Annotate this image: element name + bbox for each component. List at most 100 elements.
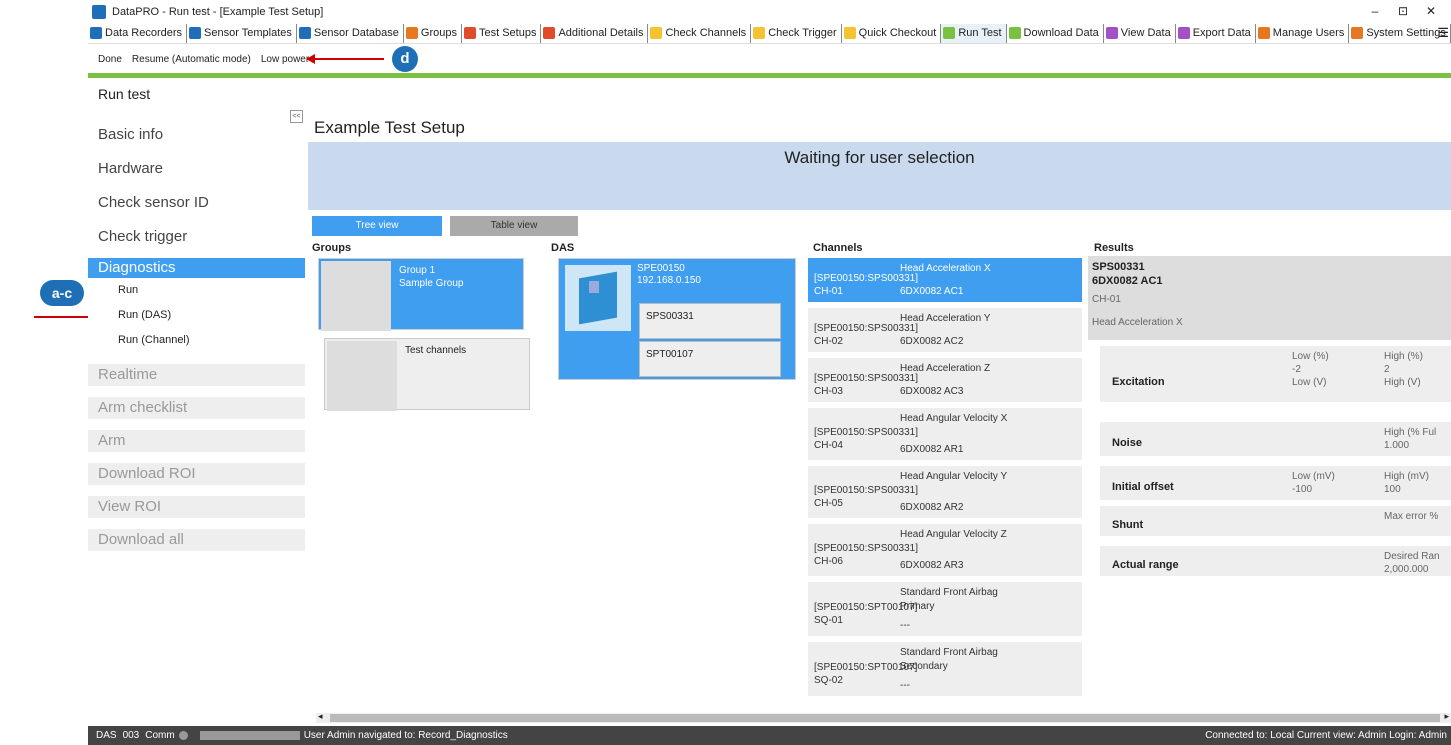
tab-label: Groups: [420, 27, 457, 39]
result-row: Excitation Low (%) -2 Low (V) High (%) 2 High …: [1100, 346, 1451, 402]
tab-icon: [1351, 27, 1364, 39]
group-card-test-channels[interactable]: Test channels: [324, 338, 530, 411]
channel-card[interactable]: [SPE00150:SPS00331] CH-04 Head Angular Ve…: [808, 408, 1082, 460]
nav-view-roi: View ROI: [88, 496, 305, 518]
tab-run-test[interactable]: Run Test: [941, 23, 1007, 43]
tab-system-settings[interactable]: System Settings: [1349, 23, 1451, 43]
resume-automatic-command[interactable]: Resume (Automatic mode): [132, 54, 251, 65]
das-id: SPE00150: [637, 263, 685, 274]
das-device-image: [565, 265, 631, 331]
tab-icon: [943, 27, 956, 39]
nav-check-trigger[interactable]: Check trigger: [88, 220, 305, 254]
channel-name: Head Acceleration Y: [900, 313, 991, 324]
tab-icon: [189, 27, 202, 39]
tab-check-channels[interactable]: Check Channels: [648, 23, 752, 43]
groups-header: Groups: [312, 242, 352, 254]
tab-view-data[interactable]: View Data: [1104, 23, 1176, 43]
tab-download-data[interactable]: Download Data: [1007, 23, 1104, 43]
tab-sensor-database[interactable]: Sensor Database: [297, 23, 404, 43]
channel-sensor: 6DX0082 AC1: [900, 286, 964, 297]
result-value: High (% Ful: [1384, 427, 1437, 438]
tab-icon: [1257, 27, 1270, 39]
tab-icon: [1008, 27, 1021, 39]
group-thumbnail: [327, 341, 397, 411]
channel-card[interactable]: [SPE00150:SPS00331] CH-01 Head Accelerati…: [808, 258, 1082, 302]
tab-icon: [1177, 27, 1190, 39]
channel-card[interactable]: [SPE00150:SPS00331] CH-06 Head Angular Ve…: [808, 524, 1082, 576]
tab-icon: [463, 27, 476, 39]
result-label: Shunt: [1112, 519, 1144, 531]
result-value: Low (mV): [1292, 471, 1335, 482]
channel-sensor: ---: [900, 680, 910, 691]
close-icon[interactable]: ✕: [1417, 0, 1445, 23]
status-progress-bar: [199, 731, 300, 740]
nav-check-sensor-id[interactable]: Check sensor ID: [88, 186, 305, 220]
tab-additional-details[interactable]: Additional Details: [541, 23, 649, 43]
sidebar-nav: Basic info Hardware Check sensor ID Chec…: [88, 118, 305, 562]
channel-card[interactable]: [SPE00150:SPS00331] CH-03 Head Accelerati…: [808, 358, 1082, 402]
result-value: 2: [1384, 364, 1390, 375]
result-row: Initial offset Low (mV) -100 High (mV) 100: [1100, 466, 1451, 500]
das-module[interactable]: SPS00331: [639, 303, 781, 339]
tab-check-trigger[interactable]: Check Trigger: [751, 23, 842, 43]
result-value: 2,000.000: [1384, 564, 1429, 575]
low-power-command[interactable]: Low power: [261, 54, 309, 65]
accent-line: [88, 73, 1451, 78]
nav-sub-run-das[interactable]: Run (DAS): [88, 303, 305, 328]
done-command[interactable]: Done: [98, 54, 122, 65]
result-value: -2: [1292, 364, 1301, 375]
tab-export-data[interactable]: Export Data: [1176, 23, 1256, 43]
group-card-selected[interactable]: Group 1 Sample Group: [318, 258, 524, 331]
tab-quick-checkout[interactable]: Quick Checkout: [842, 23, 942, 43]
tab-manage-users[interactable]: Manage Users: [1256, 23, 1350, 43]
channel-card[interactable]: [SPE00150:SPT00107] SQ-01 Standard Front …: [808, 582, 1082, 636]
tab-groups[interactable]: Groups: [404, 23, 462, 43]
group-thumbnail: [321, 261, 391, 331]
minimize-icon[interactable]: –: [1361, 0, 1389, 23]
scroll-right-icon[interactable]: ▸: [1444, 711, 1449, 722]
das-card[interactable]: SPE00150 192.168.0.150 SPS00331 SPT00107: [558, 258, 796, 380]
channel-sensor: 6DX0082 AR1: [900, 444, 964, 455]
tab-data-recorders[interactable]: Data Recorders: [88, 23, 188, 43]
tab-label: Run Test: [958, 27, 1002, 39]
hamburger-icon[interactable]: ☰: [1437, 25, 1449, 41]
tree-view-button[interactable]: Tree view: [312, 216, 442, 236]
das-module[interactable]: SPT00107: [639, 341, 781, 377]
nav-basic-info[interactable]: Basic info: [88, 118, 305, 152]
channel-card[interactable]: [SPE00150:SPS00331] CH-02 Head Accelerati…: [808, 308, 1082, 352]
scroll-left-icon[interactable]: ◂: [318, 711, 323, 722]
channel-card[interactable]: [SPE00150:SPS00331] CH-05 Head Angular Ve…: [808, 466, 1082, 518]
command-bar: Done Resume (Automatic mode) Low power d: [88, 44, 1451, 74]
channel-name: Head Angular Velocity Y: [900, 471, 1008, 482]
restore-icon[interactable]: ⊡: [1389, 0, 1417, 23]
nav-sub-run-channel[interactable]: Run (Channel): [88, 328, 305, 353]
tab-icon: [650, 27, 663, 39]
nav-diagnostics[interactable]: Diagnostics: [88, 258, 305, 278]
callout-a-c: a-c: [40, 280, 84, 306]
tab-icon: [405, 27, 418, 39]
result-value: -100: [1292, 484, 1313, 495]
result-label: Actual range: [1112, 559, 1179, 571]
result-value: High (mV): [1384, 471, 1430, 482]
result-label: Noise: [1112, 437, 1142, 449]
result-sensor: 6DX0082 AC1: [1092, 275, 1163, 287]
das-header: DAS: [551, 242, 575, 254]
group-desc: Sample Group: [399, 278, 464, 289]
channel-name: Standard Front Airbag Primary: [900, 587, 998, 612]
tab-label: Test Setups: [478, 27, 537, 39]
tab-sensor-templates[interactable]: Sensor Templates: [187, 23, 297, 43]
table-view-button[interactable]: Table view: [450, 216, 578, 236]
channel-name: Head Acceleration Z: [900, 363, 991, 374]
group-name: Test channels: [405, 345, 467, 356]
window-title: DataPRO - Run test - [Example Test Setup…: [112, 5, 324, 18]
result-value: High (V): [1384, 377, 1421, 388]
nav-hardware[interactable]: Hardware: [88, 152, 305, 186]
main-panel: Example Test Setup Waiting for user sele…: [308, 110, 1451, 710]
channels-header: Channels: [813, 242, 863, 254]
nav-sub-run[interactable]: Run: [88, 278, 305, 303]
tab-test-setups[interactable]: Test Setups: [462, 23, 542, 43]
scrollbar-thumb[interactable]: [330, 714, 1440, 722]
results-header-box: SPS00331 6DX0082 AC1 CH-01 Head Accelera…: [1088, 256, 1451, 340]
horizontal-scrollbar[interactable]: ◂ ▸: [316, 711, 1451, 723]
channel-card[interactable]: [SPE00150:SPT00107] SQ-02 Standard Front …: [808, 642, 1082, 696]
